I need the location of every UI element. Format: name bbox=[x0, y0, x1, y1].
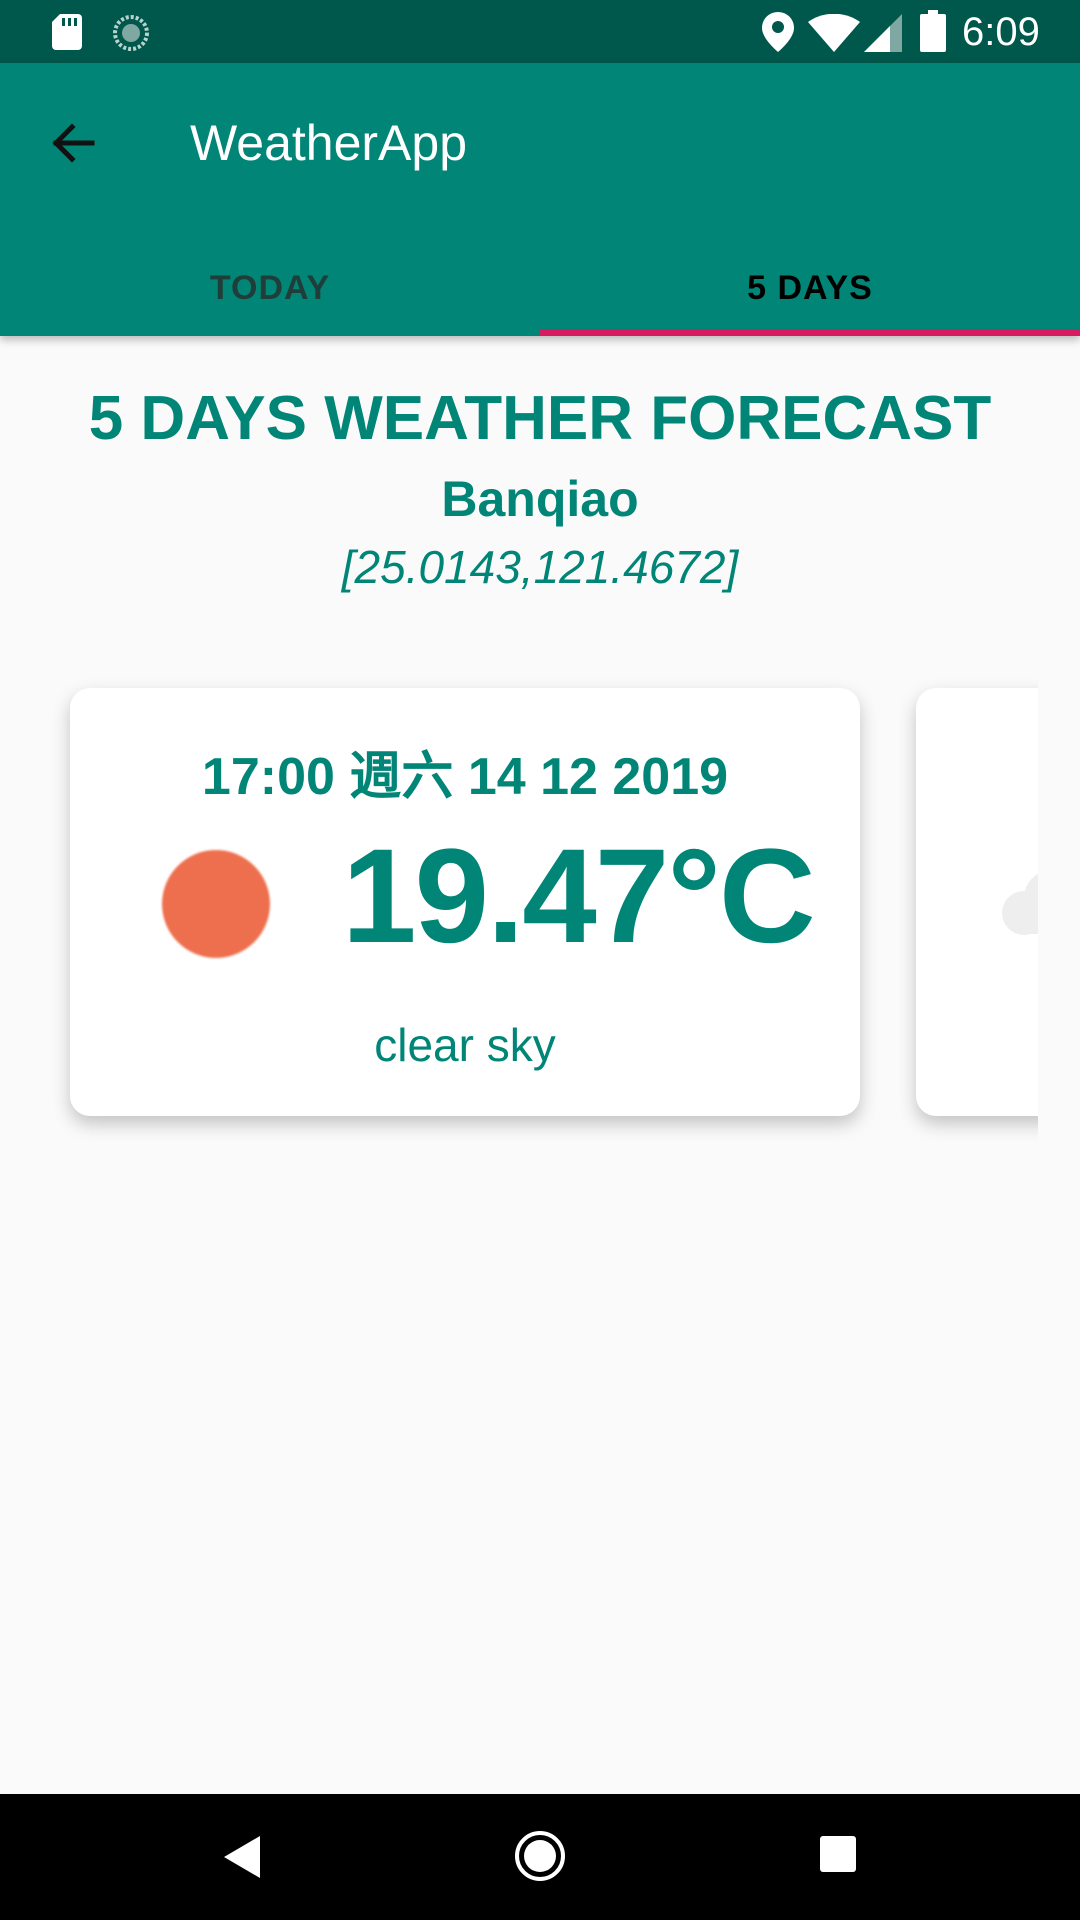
forecast-title: 5 DAYS WEATHER FORECAST bbox=[88, 384, 992, 453]
location-icon bbox=[762, 12, 794, 52]
forecast-card[interactable]: 17:00 週六 14 12 2019 19.47°C clear sky bbox=[70, 688, 860, 1116]
tab-5-days[interactable]: 5 DAYS bbox=[540, 248, 1080, 336]
city-name: Banqiao bbox=[441, 471, 639, 527]
signal-icon bbox=[864, 14, 902, 52]
forecast-card-list[interactable]: 17:00 週六 14 12 2019 19.47°C clear sky bbox=[0, 660, 1038, 1160]
forecast-temperature: 19.47°C bbox=[342, 822, 816, 971]
city-coordinates: [25.0143,121.4672] bbox=[341, 541, 739, 593]
battery-icon bbox=[920, 10, 946, 52]
status-time: 6:09 bbox=[962, 10, 1040, 54]
app-bar: WeatherApp TODAY 5 DAYS bbox=[0, 63, 1080, 336]
sd-card-icon bbox=[52, 14, 82, 50]
nav-home-icon[interactable] bbox=[514, 1830, 566, 1882]
nav-back-icon[interactable] bbox=[222, 1834, 262, 1880]
app-title: WeatherApp bbox=[190, 115, 468, 171]
nav-recents-icon[interactable] bbox=[820, 1836, 856, 1872]
tab-today[interactable]: TODAY bbox=[0, 248, 540, 336]
forecast-card[interactable] bbox=[916, 688, 1038, 1116]
back-arrow-icon[interactable] bbox=[36, 105, 112, 181]
sun-icon bbox=[162, 850, 270, 958]
wifi-icon bbox=[808, 14, 860, 52]
forecast-datetime: 17:00 週六 14 12 2019 bbox=[201, 748, 729, 806]
tab-indicator bbox=[540, 329, 1080, 336]
forecast-description: clear sky bbox=[374, 1019, 556, 1071]
cloud-icon bbox=[1002, 873, 1038, 935]
status-bar: 6:09 bbox=[0, 0, 1080, 63]
navigation-bar bbox=[0, 1794, 1080, 1920]
sync-icon bbox=[113, 15, 149, 51]
